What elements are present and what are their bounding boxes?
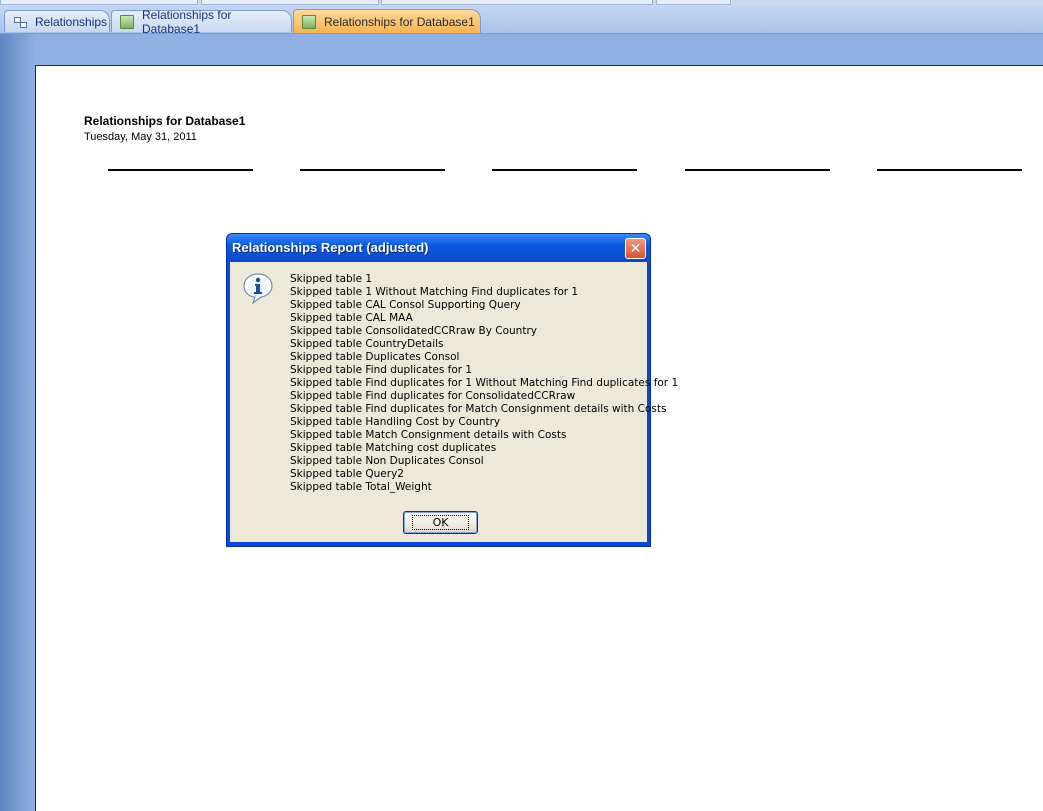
tab-label: Relationships for Database1	[142, 7, 232, 36]
message-line: Skipped table Find duplicates for 1	[290, 364, 473, 376]
message-line: Skipped table Non Duplicates Consol	[290, 455, 484, 467]
message-line: Skipped table Matching cost duplicates	[290, 442, 497, 454]
message-line: Skipped table Duplicates Consol	[290, 351, 460, 363]
table-placeholder-line	[300, 169, 445, 171]
skipped-tables-list: Skipped table 1 Skipped table 1 Without M…	[290, 273, 678, 494]
message-line: Skipped table Find duplicates for 1 With…	[290, 377, 679, 389]
message-line: Skipped table 1 Without Matching Find du…	[290, 286, 579, 298]
top-strip-segment	[0, 0, 198, 5]
document-tab-bar: Relationships Relationships for Database…	[0, 6, 1043, 36]
message-line: Skipped table Find duplicates for Match …	[290, 403, 667, 415]
dialog-body: Skipped table 1 Skipped table 1 Without M…	[230, 262, 678, 542]
tab-label: Relationships for Database1	[324, 14, 475, 29]
report-date: Tuesday, May 31, 2011	[84, 131, 197, 143]
table-placeholder-line	[685, 169, 830, 171]
top-strip-segment	[656, 0, 731, 5]
message-line: Skipped table CAL Consol Supporting Quer…	[290, 299, 521, 311]
ok-button-label: OK	[411, 515, 470, 530]
tab-relationships[interactable]: Relationships	[4, 10, 110, 32]
ok-button[interactable]: OK	[403, 511, 478, 534]
table-placeholder-line	[492, 169, 637, 171]
message-line: Skipped table Match Consignment details …	[290, 429, 567, 441]
report-icon	[302, 14, 316, 29]
close-icon: ✕	[629, 240, 642, 257]
message-line: Skipped table CountryDetails	[290, 338, 444, 350]
message-line: Skipped table Handling Cost by Country	[290, 416, 501, 428]
relationships-icon	[13, 15, 27, 29]
tab-relationships-report-1[interactable]: Relationships for Database1	[111, 8, 292, 36]
tab-label: Relationships	[35, 14, 108, 29]
table-placeholder-line	[108, 169, 253, 171]
top-strip-segment	[201, 0, 379, 5]
info-icon	[243, 273, 273, 304]
message-line: Skipped table 1	[290, 273, 373, 285]
message-line: Skipped table Total_Weight	[290, 481, 432, 493]
message-line: Skipped table ConsolidatedCCRraw By Coun…	[290, 325, 537, 337]
dialog-title-bar[interactable]: Relationships Report (adjusted) ✕	[227, 234, 650, 262]
message-line: Skipped table Query2	[290, 468, 404, 480]
close-button[interactable]: ✕	[625, 238, 646, 259]
dialog-title: Relationships Report (adjusted)	[232, 240, 429, 255]
table-placeholder-line	[877, 169, 1022, 171]
report-title: Relationships for Database1	[84, 114, 246, 128]
top-strip-segment	[381, 0, 653, 5]
report-icon	[120, 14, 134, 29]
message-line: Skipped table CAL MAA	[290, 312, 413, 324]
tab-relationships-report-2[interactable]: Relationships for Database1	[293, 9, 481, 33]
relationships-report-dialog: Relationships Report (adjusted) ✕ Skippe…	[226, 233, 678, 547]
message-line: Skipped table Find duplicates for Consol…	[290, 390, 576, 402]
